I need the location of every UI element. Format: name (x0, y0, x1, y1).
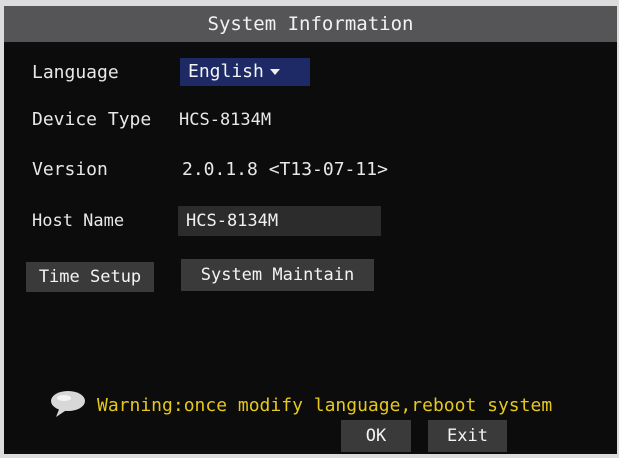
time-setup-button[interactable]: Time Setup (26, 262, 154, 292)
language-value: English (188, 61, 264, 82)
language-select[interactable]: English (180, 58, 310, 86)
chevron-down-icon (269, 69, 280, 75)
speech-bubble-icon (51, 391, 85, 417)
warning-text: Warning:once modify language,reboot syst… (97, 395, 553, 416)
exit-button[interactable]: Exit (428, 420, 507, 452)
ok-button[interactable]: OK (341, 420, 411, 452)
device-type-label: Device Type (32, 109, 152, 130)
device-type-value: HCS-8134M (179, 110, 272, 130)
dialog-title: System Information (4, 6, 617, 42)
language-label: Language (32, 62, 119, 83)
host-name-label: Host Name (32, 211, 125, 231)
system-maintain-button[interactable]: System Maintain (181, 259, 374, 291)
version-value: 2.0.1.8 <T13-07-11> (182, 159, 388, 180)
version-label: Version (32, 159, 108, 180)
host-name-input[interactable]: HCS-8134M (178, 206, 381, 236)
system-information-dialog: System Information Language English Devi… (4, 6, 617, 454)
